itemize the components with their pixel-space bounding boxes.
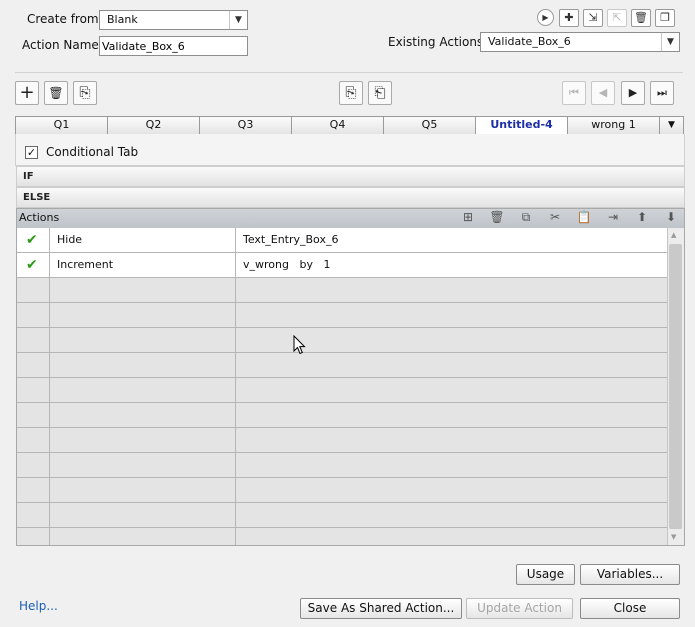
table-row[interactable] xyxy=(17,453,667,478)
insert-row-icon[interactable]: ⊞ xyxy=(459,210,477,225)
duplicate-action-icon[interactable]: ❐ xyxy=(655,9,675,27)
target-cell[interactable]: v_wrong by 1 xyxy=(236,253,667,277)
move-up-icon[interactable]: ⬆ xyxy=(633,210,651,225)
cut-icon[interactable]: ✂ xyxy=(546,210,564,225)
scroll-down-icon[interactable]: ▼ xyxy=(671,533,676,541)
duplicate-tab-button[interactable]: ⎘ xyxy=(73,81,97,105)
table-row[interactable] xyxy=(17,353,667,378)
save-shared-action-button[interactable]: Save As Shared Action... xyxy=(300,598,462,619)
play-icon[interactable]: ▶ xyxy=(537,9,554,26)
next-tab-button[interactable]: ▶ xyxy=(621,81,645,105)
usage-button[interactable]: Usage xyxy=(516,564,575,585)
conditional-tab-checkbox[interactable]: ✓ xyxy=(25,146,38,159)
table-row[interactable] xyxy=(17,503,667,528)
last-tab-button[interactable]: ⏭ xyxy=(650,81,674,105)
conditional-tab-label: Conditional Tab xyxy=(46,145,139,159)
target-cell[interactable]: Text_Entry_Box_6 xyxy=(236,228,667,252)
help-link[interactable]: Help... xyxy=(19,599,58,613)
table-row[interactable] xyxy=(17,328,667,353)
existing-actions-value: Validate_Box_6 xyxy=(488,35,571,48)
copy-tab-button[interactable]: ⎘ xyxy=(339,81,363,105)
action-name-label: Action Name: xyxy=(22,38,103,52)
action-cell[interactable]: Hide xyxy=(50,228,236,252)
tab-q5[interactable]: Q5 xyxy=(384,117,476,134)
move-down-icon[interactable]: ⬇ xyxy=(662,210,680,225)
chevron-down-icon[interactable]: ▼ xyxy=(661,33,679,51)
vertical-scrollbar[interactable]: ▲ ▼ xyxy=(667,228,684,545)
first-tab-button[interactable]: ⏮ xyxy=(562,81,586,105)
table-row[interactable] xyxy=(17,378,667,403)
import-icon[interactable]: ⇲ xyxy=(583,9,603,27)
scrollbar-thumb[interactable] xyxy=(669,244,682,529)
delete-action-icon[interactable]: 🗑 xyxy=(631,9,651,27)
create-from-label: Create from: xyxy=(27,12,103,26)
actions-title: Actions xyxy=(19,211,60,224)
table-row[interactable]: ✔ Increment v_wrong by 1 xyxy=(17,253,667,278)
table-row[interactable] xyxy=(17,428,667,453)
mouse-cursor-icon xyxy=(293,335,306,355)
table-row[interactable] xyxy=(17,528,667,545)
delete-tab-button[interactable]: 🗑 xyxy=(44,81,68,105)
tab-untitled-4[interactable]: Untitled-4 xyxy=(476,117,568,134)
table-row[interactable]: ✔ Hide Text_Entry_Box_6 xyxy=(17,228,667,253)
prev-tab-button[interactable]: ◀ xyxy=(591,81,615,105)
close-button[interactable]: Close xyxy=(580,598,680,619)
check-icon: ✔ xyxy=(26,257,38,273)
check-icon: ✔ xyxy=(26,232,38,248)
paste-icon[interactable]: 📋 xyxy=(575,210,593,225)
else-section[interactable]: ELSE xyxy=(16,187,685,208)
update-action-button[interactable]: Update Action xyxy=(466,598,573,619)
create-from-value: Blank xyxy=(107,13,138,26)
tab-q3[interactable]: Q3 xyxy=(200,117,292,134)
table-row[interactable] xyxy=(17,303,667,328)
add-tab-button[interactable]: + xyxy=(15,81,39,105)
copy-icon[interactable]: ⧉ xyxy=(517,210,535,225)
variables-button[interactable]: Variables... xyxy=(580,564,680,585)
action-name-input[interactable] xyxy=(99,36,248,56)
export-icon[interactable]: ⇱ xyxy=(607,9,627,27)
create-from-dropdown[interactable]: Blank ▼ xyxy=(99,10,248,30)
add-action-icon[interactable]: ✚ xyxy=(559,9,579,27)
existing-actions-label: Existing Actions: xyxy=(388,35,488,49)
chevron-down-icon[interactable]: ▼ xyxy=(229,11,247,29)
delete-icon[interactable]: 🗑 xyxy=(488,210,506,225)
if-section[interactable]: IF xyxy=(16,166,685,187)
table-row[interactable] xyxy=(17,278,667,303)
scroll-up-icon[interactable]: ▲ xyxy=(671,231,676,239)
paste-tab-button[interactable]: ⎗ xyxy=(368,81,392,105)
insert-after-icon[interactable]: ⇥ xyxy=(604,210,622,225)
table-row[interactable] xyxy=(17,478,667,503)
tab-q4[interactable]: Q4 xyxy=(292,117,384,134)
existing-actions-dropdown[interactable]: Validate_Box_6 ▼ xyxy=(480,32,680,52)
tabs-overflow-icon[interactable]: ▼ xyxy=(660,117,683,134)
tab-q1[interactable]: Q1 xyxy=(16,117,108,134)
table-row[interactable] xyxy=(17,403,667,428)
tab-q2[interactable]: Q2 xyxy=(108,117,200,134)
divider xyxy=(15,72,683,73)
tab-wrong-1[interactable]: wrong 1 xyxy=(568,117,660,134)
action-cell[interactable]: Increment xyxy=(50,253,236,277)
